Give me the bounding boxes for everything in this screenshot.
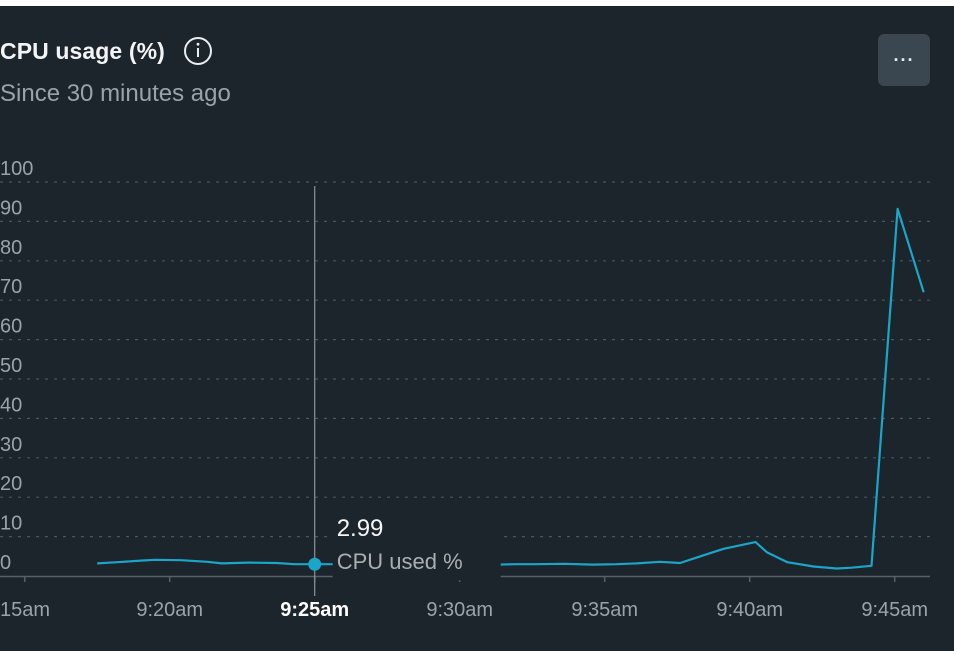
y-tick-label-100: 100: [0, 158, 33, 180]
x-tick-label-9:20am: 9:20am: [136, 599, 203, 621]
hover-layer: 2.99 CPU used %: [308, 186, 501, 596]
series-line-cpu-used: [97, 207, 925, 570]
y-tick-label-50: 50: [0, 355, 22, 377]
y-tick-label-70: 70: [0, 276, 22, 298]
y-tick-label-30: 30: [0, 434, 22, 456]
x-tick-label-9:25am: 9:25am: [280, 599, 349, 621]
y-tick-label-60: 60: [0, 316, 22, 338]
tooltip-value: 2.99: [337, 515, 384, 542]
x-tick-label-9:35am: 9:35am: [571, 599, 638, 621]
x-tick-label-15am: 15am: [0, 599, 50, 621]
tooltip-series-label: CPU used %: [337, 549, 463, 574]
hover-point: [308, 557, 322, 571]
x-tick-label-9:30am: 9:30am: [426, 599, 493, 621]
cpu-usage-chart: 0 10 20 30 40 50 60 70 80 90 100 15am 9:20am 9:25am 9:…: [0, 158, 930, 621]
y-tick-label-40: 40: [0, 394, 22, 416]
series-layer: [97, 207, 925, 570]
y-tick-label-90: 90: [0, 197, 22, 219]
y-tick-label-20: 20: [0, 473, 22, 495]
x-tick-label-9:40am: 9:40am: [716, 599, 783, 621]
y-tick-label-10: 10: [0, 513, 22, 535]
x-tick-label-9:45am: 9:45am: [861, 599, 928, 621]
cpu-usage-panel: CPU usage (%) Since 30 minutes ago ··· 0…: [0, 0, 954, 651]
y-tick-label-80: 80: [0, 237, 22, 259]
y-tick-label-0: 0: [0, 552, 11, 574]
